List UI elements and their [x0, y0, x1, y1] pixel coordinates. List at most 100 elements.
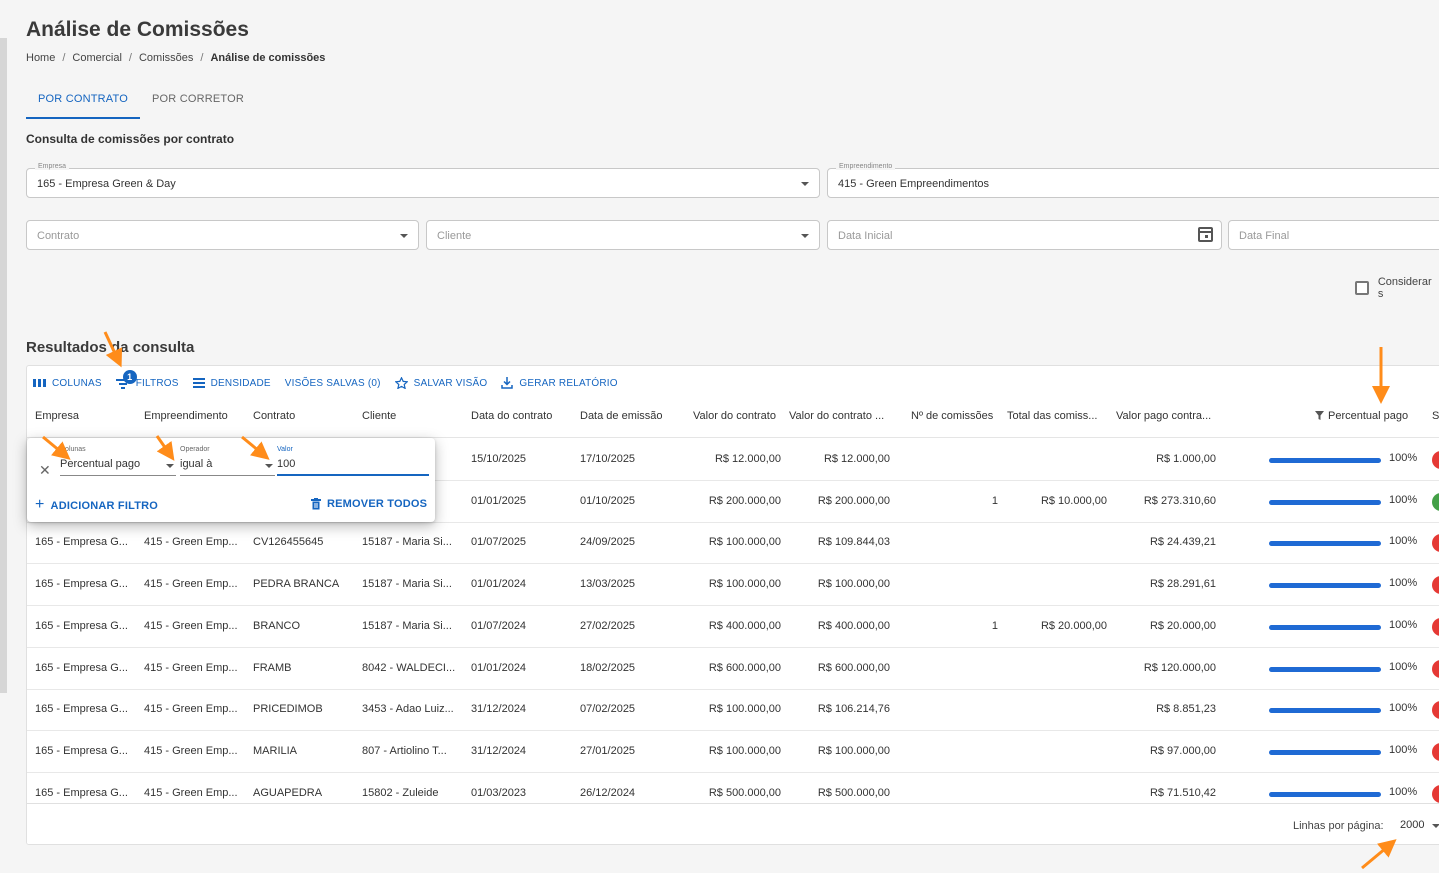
save-view-button[interactable]: SALVAR VISÃO [394, 377, 488, 389]
tab-por-corretor[interactable]: POR CORRETOR [140, 82, 256, 119]
filter-value-label: Valor [277, 446, 293, 453]
annotation-arrow-rows-per-page [1361, 839, 1397, 870]
header-empreendimento[interactable]: Empreendimento [144, 410, 228, 422]
filter-operator-select[interactable]: Operador igual à [180, 446, 275, 476]
header-valor-contrato-2[interactable]: Valor do contrato ... [789, 410, 884, 422]
header-valor-pago[interactable]: Valor pago contra... [1116, 410, 1211, 422]
status-indicator [1432, 784, 1439, 803]
filter-panel: ✕ Colunas Percentual pago Operador igual… [27, 438, 435, 522]
columns-button[interactable]: COLUNAS [33, 378, 102, 389]
cell-empresa: 165 - Empresa G... [35, 619, 128, 632]
cell-data-emissao: 07/02/2025 [580, 703, 636, 716]
table-row[interactable]: 165 - Empresa G... 415 - Green Emp... FRAM… [27, 648, 1439, 690]
tab-por-contrato[interactable]: POR CONTRATO [26, 82, 140, 119]
cell-valor-contrato-2: R$ 200.000,00 [817, 494, 890, 507]
density-button[interactable]: DENSIDADE [192, 378, 271, 389]
filter-column-select[interactable]: Colunas Percentual pago [60, 446, 176, 476]
data-final-field[interactable]: Data Final [1228, 220, 1439, 250]
remove-all-button[interactable]: REMOVER TODOS [311, 498, 427, 510]
header-contrato[interactable]: Contrato [253, 410, 295, 422]
cell-valor-contrato-2: R$ 600.000,00 [817, 661, 890, 674]
header-total-comissoes[interactable]: Total das comiss... [1007, 410, 1097, 422]
table-row[interactable]: 165 - Empresa G... 415 - Green Emp... PRIC… [27, 689, 1439, 732]
generate-report-label: GERAR RELATÓRIO [519, 377, 618, 389]
status-indicator [1432, 534, 1439, 553]
cell-data-emissao: 27/02/2025 [580, 619, 636, 632]
header-num-comissoes[interactable]: Nº de comissões [911, 410, 993, 422]
status-indicator [1432, 617, 1439, 636]
cliente-select[interactable]: Cliente [426, 220, 820, 250]
generate-report-button[interactable]: GERAR RELATÓRIO [501, 377, 618, 389]
contrato-placeholder: Contrato [37, 230, 80, 242]
chevron-down-icon [166, 464, 174, 468]
cell-data-contrato: 31/12/2024 [471, 744, 527, 757]
chevron-down-icon [801, 234, 809, 238]
table-row[interactable]: 165 - Empresa G... 415 - Green Emp... MARI… [27, 731, 1439, 773]
saved-views-label: VISÕES SALVAS (0) [284, 377, 381, 389]
filters-label: FILTROS [135, 377, 179, 389]
header-valor-contrato[interactable]: Valor do contrato [693, 410, 776, 422]
cell-empreendimento: 415 - Green Emp... [144, 661, 238, 674]
cell-contrato: BRANCO [253, 619, 301, 632]
cell-valor-contrato-2: R$ 12.000,00 [823, 453, 890, 465]
cell-cliente: 15187 - Maria Si... [362, 619, 452, 632]
contrato-select[interactable]: Contrato [26, 220, 419, 250]
empreendimento-select[interactable]: Empreendimento 415 - Green Empreendiment… [827, 163, 1439, 198]
percent-value: 100% [1389, 535, 1418, 548]
cell-valor-pago: R$ 8.851,23 [1156, 703, 1216, 716]
empreendimento-label: Empreendimento [836, 163, 896, 170]
cell-total-comissoes: R$ 10.000,00 [1040, 494, 1107, 507]
rows-per-page-value[interactable]: 2000 [1400, 819, 1424, 831]
cell-valor-contrato-2: R$ 500.000,00 [817, 786, 890, 799]
empresa-select[interactable]: Empresa 165 - Empresa Green & Day [26, 163, 820, 198]
breadcrumb-comissoes[interactable]: Comissões [139, 52, 193, 64]
cell-data-contrato: 01/01/2024 [471, 578, 527, 591]
download-icon [501, 377, 514, 389]
cell-data-contrato: 01/03/2023 [471, 786, 527, 799]
header-cliente[interactable]: Cliente [362, 410, 396, 422]
header-empresa[interactable]: Empresa [35, 410, 79, 422]
cell-empresa: 165 - Empresa G... [35, 703, 128, 716]
add-filter-button[interactable]: + ADICIONAR FILTRO [35, 496, 158, 514]
results-grid: COLUNAS 1 FILTROS DENSIDADE VISÕES SALVA… [26, 365, 1439, 845]
percent-value: 100% [1389, 702, 1418, 715]
header-status[interactable]: S [1432, 410, 1439, 422]
left-edge-scrollbar [0, 38, 7, 693]
filter-operator-value: igual à [180, 458, 275, 476]
close-icon[interactable]: ✕ [39, 462, 51, 479]
cell-data-emissao: 26/12/2024 [580, 786, 636, 799]
chevron-down-icon [400, 234, 408, 238]
chevron-down-icon[interactable] [1432, 824, 1439, 828]
cell-cliente: 15187 - Maria Si... [362, 536, 452, 549]
cell-empreendimento: 415 - Green Emp... [144, 578, 238, 591]
filter-value-field[interactable]: 100 [277, 458, 429, 476]
cell-empresa: 165 - Empresa G... [35, 744, 128, 757]
considerar-label: Considerar s [1377, 276, 1432, 300]
percent-progress-bar [1269, 499, 1381, 505]
cell-empresa: 165 - Empresa G... [35, 578, 128, 591]
cell-empreendimento: 415 - Green Emp... [144, 703, 238, 716]
data-inicial-field[interactable]: Data Inicial [827, 220, 1222, 250]
cell-valor-pago: R$ 1.000,00 [1156, 453, 1216, 465]
filters-button[interactable]: 1 FILTROS [115, 369, 179, 389]
header-data-emissao[interactable]: Data de emissão [580, 410, 663, 422]
calendar-icon[interactable] [1198, 227, 1213, 242]
table-row[interactable]: 165 - Empresa G... 415 - Green Emp... PEDR… [27, 564, 1439, 607]
table-row[interactable]: 165 - Empresa G... 415 - Green Emp... CV12… [27, 522, 1439, 565]
filter-value-input[interactable]: Valor 100 [277, 446, 429, 476]
save-view-label: SALVAR VISÃO [413, 377, 488, 389]
table-row[interactable]: 165 - Empresa G... 415 - Green Emp... BRAN… [27, 606, 1439, 648]
cell-cliente: 8042 - WALDECI... [362, 661, 456, 674]
percent-progress-bar [1269, 749, 1381, 755]
breadcrumb-home[interactable]: Home [26, 52, 55, 64]
considerar-checkbox-group[interactable]: Considerar s [1355, 276, 1439, 300]
header-data-contrato[interactable]: Data do contrato [471, 410, 552, 422]
density-icon [192, 378, 205, 388]
considerar-checkbox[interactable] [1355, 281, 1369, 295]
cell-valor-contrato: R$ 200.000,00 [708, 494, 781, 507]
saved-views-button[interactable]: VISÕES SALVAS (0) [285, 378, 381, 389]
header-percentual-pago[interactable]: Percentual pago [1315, 410, 1408, 422]
cell-data-contrato: 31/12/2024 [471, 703, 527, 716]
cell-valor-pago: R$ 120.000,00 [1143, 661, 1216, 674]
breadcrumb-comercial[interactable]: Comercial [72, 52, 122, 64]
